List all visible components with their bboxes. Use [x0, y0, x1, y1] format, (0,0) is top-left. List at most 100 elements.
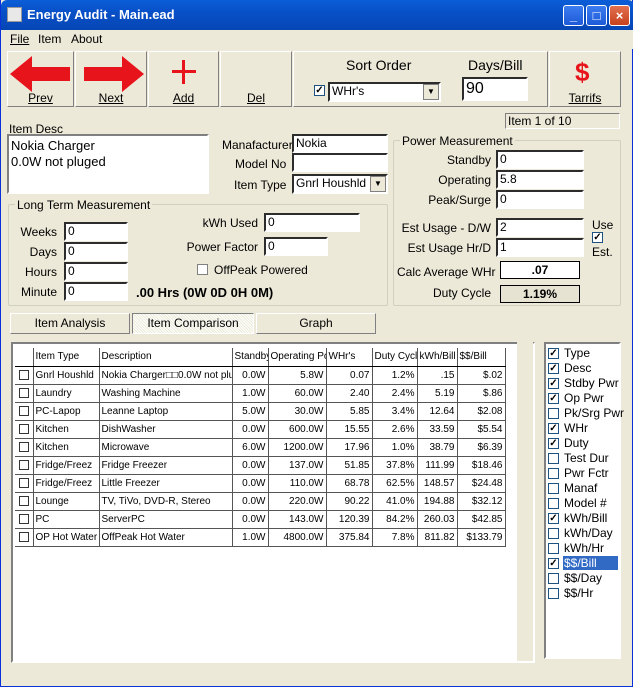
column-option-label: Test Dur	[564, 451, 609, 465]
row-checkbox-cell[interactable]	[15, 528, 34, 547]
table-row[interactable]: Fridge/Freez Little Freezer 0.0W 110.0W 68.7…	[15, 474, 506, 493]
column-header[interactable]: Standby	[232, 348, 269, 367]
table-row[interactable]: PC ServerPC 0.0W 143.0W 120.39 84.2% 260.03 $42…	[15, 510, 506, 529]
minute-input[interactable]: 0	[64, 282, 128, 301]
weeks-input[interactable]: 0	[64, 222, 128, 241]
row-checkbox-cell[interactable]	[15, 384, 34, 403]
column-checkbox[interactable]	[548, 588, 559, 599]
row-checkbox[interactable]	[18, 496, 29, 506]
row-checkbox-cell[interactable]	[15, 474, 34, 493]
sort-order-select[interactable]: WHr's ▼	[328, 82, 441, 102]
manufacturer-input[interactable]: Nokia	[292, 134, 388, 153]
table-row[interactable]: Laundry Washing Machine 1.0W 60.0W 2.40 2.4% 5…	[15, 384, 506, 403]
column-header[interactable]: Item Type	[33, 348, 100, 367]
row-checkbox-cell[interactable]	[15, 420, 34, 439]
offpeak-checkbox[interactable]	[197, 264, 208, 275]
item-type-select[interactable]: Gnrl Houshld ▼	[292, 174, 388, 194]
power-measurement-title: Power Measurement	[400, 134, 515, 148]
table-row[interactable]: Lounge TV, TiVo, DVD-R, Stereo 0.0W 220.0W 9…	[15, 492, 506, 511]
column-chooser-list[interactable]: ✓ Type ✓ Desc ✓ Stdby Pwr ✓ Op Pwr Pk/Srg Pwr ✓ WH…	[544, 342, 624, 659]
column-header[interactable]: $$/Bill	[457, 348, 506, 367]
maximize-button[interactable]: □	[586, 5, 607, 26]
power-factor-input[interactable]: 0	[264, 237, 328, 256]
table-row[interactable]: Gnrl Houshld Nokia Charger□□0.0W not plug…	[15, 366, 506, 385]
table-row[interactable]: Kitchen DishWasher 0.0W 600.0W 15.55 2.6% 33.5…	[15, 420, 506, 439]
next-button[interactable]: Next	[75, 51, 147, 107]
kwh-used-input[interactable]: 0	[264, 213, 360, 232]
tab-item-analysis[interactable]: Item Analysis	[10, 313, 130, 334]
chevron-down-icon[interactable]: ▼	[370, 176, 386, 192]
column-header[interactable]: WHr's	[326, 348, 373, 367]
tariffs-button[interactable]: $ Tarrifs	[549, 51, 621, 107]
del-button[interactable]: Del	[220, 51, 292, 107]
grid-scrollbar[interactable]	[517, 342, 533, 661]
comparison-grid[interactable]: Item Type Description Standby Operating Pc W…	[11, 342, 535, 663]
column-checkbox[interactable]	[548, 483, 559, 494]
column-checkbox[interactable]: ✓	[548, 423, 559, 434]
days-bill-input[interactable]: 90	[462, 77, 528, 101]
operating-input[interactable]: 5.8	[496, 170, 584, 189]
tab-item-comparison[interactable]: Item Comparison	[132, 313, 254, 334]
model-input[interactable]	[292, 153, 388, 172]
est-usage-dw-input[interactable]: 2	[496, 218, 584, 237]
item-type-label: Item Type	[234, 178, 287, 192]
column-header[interactable]: Description	[99, 348, 233, 367]
table-row[interactable]: PC-Lapop Leanne Laptop 5.0W 30.0W 5.85 3.4% 12…	[15, 402, 506, 421]
column-checkbox[interactable]	[548, 528, 559, 539]
row-checkbox[interactable]	[18, 442, 29, 452]
chevron-down-icon[interactable]: ▼	[423, 84, 439, 100]
row-checkbox[interactable]	[18, 514, 29, 524]
column-checkbox[interactable]	[548, 453, 559, 464]
row-checkbox-cell[interactable]	[15, 366, 34, 385]
table-row[interactable]: Fridge/Freez Fridge Freezer 0.0W 137.0W 51.8…	[15, 456, 506, 475]
est-usage-hrd-input[interactable]: 1	[496, 238, 584, 257]
menu-file[interactable]: File	[10, 32, 29, 46]
row-checkbox-cell[interactable]	[15, 456, 34, 475]
row-checkbox-cell[interactable]	[15, 402, 34, 421]
menu-about[interactable]: About	[71, 32, 102, 46]
add-button[interactable]: Add	[148, 51, 219, 107]
column-checkbox[interactable]: ✓	[548, 438, 559, 449]
row-checkbox-cell[interactable]	[15, 510, 34, 529]
peak-surge-input[interactable]: 0	[496, 190, 584, 209]
row-checkbox-cell[interactable]	[15, 492, 34, 511]
close-button[interactable]: ×	[609, 5, 630, 26]
menu-item[interactable]: Item	[38, 32, 61, 46]
row-checkbox[interactable]	[18, 370, 29, 380]
column-header[interactable]: Duty Cycle	[372, 348, 418, 367]
column-header[interactable]: kWh/Bill	[417, 348, 458, 367]
prev-button[interactable]: Prev	[7, 51, 74, 107]
column-checkbox[interactable]	[548, 468, 559, 479]
standby-input[interactable]: 0	[496, 150, 584, 169]
column-checkbox[interactable]: ✓	[548, 393, 559, 404]
row-checkbox[interactable]	[18, 478, 29, 488]
table-row[interactable]: Kitchen Microwave 6.0W 1200.0W 17.96 1.0% 38.7…	[15, 438, 506, 457]
title-bar[interactable]: Energy Audit - Main.ead _ □ ×	[1, 0, 633, 30]
row-checkbox[interactable]	[18, 532, 29, 542]
row-checkbox[interactable]	[18, 406, 29, 416]
table-cell: PC	[33, 510, 100, 529]
column-checkbox[interactable]: ✓	[548, 363, 559, 374]
column-checkbox[interactable]: ✓	[548, 513, 559, 524]
column-checkbox[interactable]	[548, 498, 559, 509]
item-desc-textarea[interactable]: Nokia Charger 0.0W not pluged	[7, 134, 209, 194]
column-checkbox[interactable]: ✓	[548, 558, 559, 569]
column-header[interactable]: Operating Pc	[268, 348, 327, 367]
sort-checkbox[interactable]: ✓	[314, 85, 325, 96]
column-checkbox[interactable]: ✓	[548, 378, 559, 389]
column-header[interactable]	[15, 348, 34, 367]
column-checkbox[interactable]	[548, 543, 559, 554]
column-checkbox[interactable]	[548, 573, 559, 584]
row-checkbox-cell[interactable]	[15, 438, 34, 457]
row-checkbox[interactable]	[18, 388, 29, 398]
row-checkbox[interactable]	[18, 424, 29, 434]
minimize-button[interactable]: _	[563, 5, 584, 26]
use-est-checkbox[interactable]: ✓	[592, 232, 603, 243]
column-checkbox[interactable]: ✓	[548, 348, 559, 359]
row-checkbox[interactable]	[18, 460, 29, 470]
tab-graph[interactable]: Graph	[256, 313, 376, 334]
column-checkbox[interactable]	[548, 408, 559, 419]
table-row[interactable]: OP Hot Water OffPeak Hot Water 1.0W 4800.0W…	[15, 528, 506, 547]
hours-input[interactable]: 0	[64, 262, 128, 281]
days-input[interactable]: 0	[64, 242, 128, 261]
